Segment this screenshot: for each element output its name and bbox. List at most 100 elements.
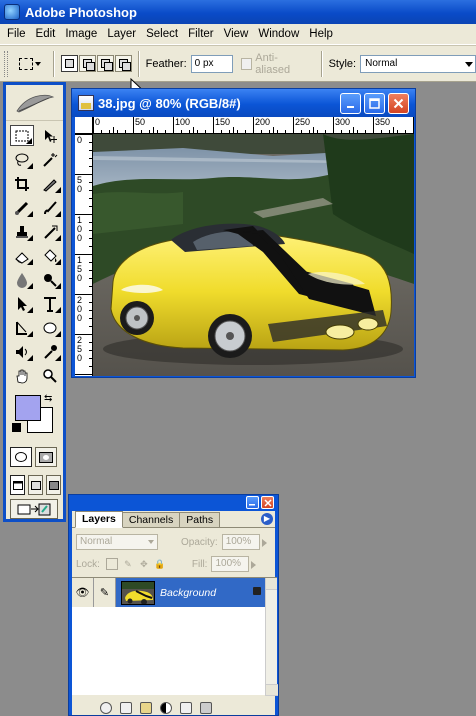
scroll-down-icon[interactable] [266,684,278,696]
menu-filter[interactable]: Filter [183,24,219,45]
maximize-button[interactable] [364,93,385,114]
fill-value: 100% [215,558,242,569]
clone-stamp-tool-icon[interactable] [10,221,34,242]
antialiased-label: Anti-aliased [255,51,291,76]
zoom-tool-icon[interactable] [38,365,62,386]
antialiased-checkbox[interactable] [240,57,253,70]
swap-colors-icon[interactable]: ⇆ [44,393,52,404]
ruler-label: 200 [255,117,271,127]
horizontal-ruler[interactable]: 0 50 100 150 200 250 300 350 [93,117,414,134]
paint-bucket-tool-icon[interactable] [38,245,62,266]
opacity-field[interactable]: 100% [221,534,267,550]
tool-preset-picker[interactable] [14,52,47,76]
marquee-tool-icon[interactable] [10,125,34,146]
intersect-selection-button[interactable] [114,55,132,72]
minimize-button[interactable] [340,93,361,114]
full-screen-mode-icon[interactable] [46,475,61,495]
menu-edit[interactable]: Edit [31,24,61,45]
subtract-from-selection-button[interactable] [96,55,114,72]
hand-tool-icon[interactable] [10,365,34,386]
adjustment-layer-icon[interactable] [160,702,172,714]
menu-file[interactable]: File [2,24,31,45]
ruler-label: 250 [77,335,83,363]
vertical-ruler[interactable]: 0 50 100 150 200 250 [75,134,93,376]
history-brush-tool-icon[interactable] [38,221,62,242]
pen-tool-icon[interactable] [10,317,34,338]
jump-to-imageready-button[interactable] [10,499,58,519]
full-screen-menu-mode-icon[interactable] [28,475,43,495]
standard-mode-button[interactable] [10,447,32,467]
menu-layer[interactable]: Layer [102,24,141,45]
lock-all-icon[interactable]: 🔒 [154,558,166,570]
lock-image-icon[interactable]: ✎ [122,558,134,570]
palette-menu-icon[interactable]: ▶ [261,513,273,525]
image-canvas[interactable] [93,134,414,376]
separator [52,50,55,77]
rectangular-marquee-icon [19,57,34,70]
dodge-tool-icon[interactable] [38,269,62,290]
toolbox: ⇆ [3,82,66,522]
trash-icon[interactable] [200,702,212,714]
menu-bar: File Edit Image Layer Select Filter View… [0,24,476,45]
document-title-bar[interactable]: 38.jpg @ 80% (RGB/8#) [72,89,415,117]
document-window: 38.jpg @ 80% (RGB/8#) 0 50 100 150 200 2… [71,88,416,378]
menu-help[interactable]: Help [304,24,338,45]
move-tool-icon[interactable] [38,125,62,146]
eraser-tool-icon[interactable] [10,245,34,266]
brush-tool-icon[interactable] [38,197,62,218]
separator [137,50,140,77]
lock-row: Lock: ✎ ✥ 🔒 Fill: 100% [72,553,275,575]
lock-transparency-icon[interactable] [105,558,118,570]
scroll-up-icon[interactable] [266,578,277,590]
style-value: Normal [365,57,398,69]
crop-tool-icon[interactable] [10,173,34,194]
eye-icon[interactable]: 👁 [72,578,94,607]
style-select[interactable]: Normal [360,54,476,73]
feather-input[interactable] [190,54,233,73]
layer-style-icon[interactable] [100,702,112,714]
lock-position-icon[interactable]: ✥ [138,558,150,570]
options-bar-grip[interactable] [4,50,8,77]
blend-mode-select[interactable]: Normal [76,534,158,550]
tab-layers[interactable]: Layers [75,511,123,528]
shape-tool-icon[interactable] [38,317,62,338]
feather-logo-icon[interactable] [6,85,63,121]
new-layer-icon[interactable] [180,702,192,714]
healing-brush-tool-icon[interactable] [10,197,34,218]
layer-list-scrollbar[interactable] [265,578,278,696]
menu-select[interactable]: Select [141,24,183,45]
quick-mask-mode-button[interactable] [35,447,57,467]
ruler-label: 350 [375,117,391,127]
tab-channels[interactable]: Channels [121,512,181,527]
palette-minimize-button[interactable] [246,496,259,509]
slice-tool-icon[interactable] [38,173,62,194]
layers-palette-title-bar[interactable] [72,495,275,511]
layer-row[interactable]: 👁 ✎ Background [72,578,277,607]
type-tool-icon[interactable] [38,293,62,314]
menu-window[interactable]: Window [253,24,304,45]
ruler-origin[interactable] [75,117,93,134]
document-title: 38.jpg @ 80% (RGB/8#) [98,95,241,111]
tab-paths[interactable]: Paths [179,512,221,527]
foreground-color-swatch[interactable] [15,395,41,421]
new-group-icon[interactable] [140,702,152,714]
default-colors-icon[interactable] [12,423,21,432]
standard-screen-mode-icon[interactable] [10,475,25,495]
ruler-label: 100 [77,215,83,243]
notes-tool-icon[interactable] [10,341,34,362]
chevron-down-icon [35,61,42,66]
brush-icon[interactable]: ✎ [94,578,116,607]
add-to-selection-button[interactable] [78,55,96,72]
blur-tool-icon[interactable] [10,269,34,290]
palette-close-button[interactable] [261,496,274,509]
layer-mask-icon[interactable] [120,702,132,714]
close-button[interactable] [388,93,409,114]
lasso-tool-icon[interactable] [10,149,34,170]
path-selection-tool-icon[interactable] [10,293,34,314]
eyedropper-tool-icon[interactable] [38,341,62,362]
menu-view[interactable]: View [219,24,254,45]
magic-wand-tool-icon[interactable] [38,149,62,170]
menu-image[interactable]: Image [60,24,102,45]
new-selection-button[interactable] [60,55,78,72]
fill-field[interactable]: 100% [211,556,257,572]
